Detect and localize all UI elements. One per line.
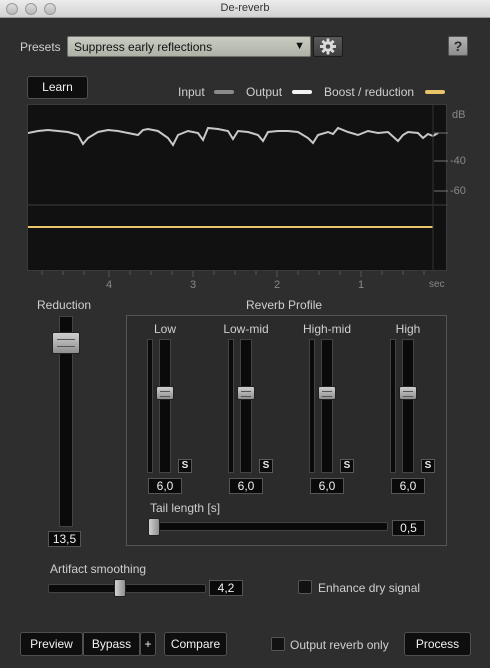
presets-label: Presets bbox=[20, 40, 61, 54]
band-slider[interactable] bbox=[159, 339, 171, 473]
artifact-smoothing-value[interactable]: 4,2 bbox=[209, 580, 243, 596]
meter-graph bbox=[28, 105, 448, 272]
band-solo-button[interactable]: S bbox=[178, 459, 192, 473]
reverb-profile-title: Reverb Profile bbox=[246, 298, 323, 312]
band-value[interactable]: 6,0 bbox=[148, 478, 182, 494]
process-button[interactable]: Process bbox=[404, 632, 471, 656]
title-bar: De-reverb bbox=[0, 0, 490, 18]
legend-input-swatch bbox=[214, 90, 234, 94]
output-reverb-only-label: Output reverb only bbox=[290, 638, 389, 652]
tail-length-slider-knob[interactable] bbox=[148, 518, 160, 536]
time-unit-label: sec bbox=[429, 279, 445, 290]
legend-output-swatch bbox=[292, 90, 312, 94]
band-meter bbox=[228, 339, 234, 473]
band-solo-button[interactable]: S bbox=[421, 459, 435, 473]
time-axis-ticks bbox=[41, 271, 425, 277]
legend-input-label: Input bbox=[178, 85, 205, 99]
band-slider-knob[interactable] bbox=[399, 385, 417, 400]
reduction-slider-knob[interactable] bbox=[52, 332, 80, 355]
band-label: High-mid bbox=[302, 322, 351, 336]
band-meter bbox=[309, 339, 315, 473]
presets-dropdown[interactable]: Suppress early reflections ▼ bbox=[67, 36, 311, 57]
time-tick-3: 3 bbox=[190, 279, 197, 291]
band-slider[interactable] bbox=[240, 339, 252, 473]
preview-button[interactable]: Preview bbox=[20, 632, 83, 656]
band-meter bbox=[390, 339, 396, 473]
reduction-label: Reduction bbox=[37, 298, 92, 312]
output-reverb-only-checkbox[interactable] bbox=[271, 637, 285, 651]
band-slider-knob[interactable] bbox=[237, 385, 255, 400]
bypass-add-button[interactable]: + bbox=[140, 632, 156, 656]
artifact-smoothing-slider-knob[interactable] bbox=[114, 579, 127, 597]
band-value[interactable]: 6,0 bbox=[310, 478, 344, 494]
preset-settings-button[interactable] bbox=[313, 36, 343, 57]
learn-button[interactable]: Learn bbox=[27, 76, 88, 99]
presets-selected-value: Suppress early reflections bbox=[74, 40, 213, 54]
legend-boost-label: Boost / reduction bbox=[324, 85, 415, 99]
spectrum-display: dB -40 -60 bbox=[27, 104, 466, 272]
band-solo-button[interactable]: S bbox=[259, 459, 273, 473]
compare-button[interactable]: Compare bbox=[164, 632, 227, 656]
tail-length-value[interactable]: 0,5 bbox=[392, 520, 425, 536]
band-slider[interactable] bbox=[402, 339, 414, 473]
artifact-smoothing-slider[interactable] bbox=[48, 584, 206, 593]
help-button[interactable]: ? bbox=[448, 36, 468, 56]
gear-icon bbox=[320, 38, 336, 55]
band-slider[interactable] bbox=[321, 339, 333, 473]
time-tick-2: 2 bbox=[274, 279, 281, 291]
band-meter bbox=[147, 339, 153, 473]
legend-output-label: Output bbox=[246, 85, 283, 99]
tail-length-slider[interactable] bbox=[148, 522, 388, 531]
db-tick-label-40: -40 bbox=[450, 155, 466, 167]
time-tick-1: 1 bbox=[358, 279, 365, 291]
band-slider-knob[interactable] bbox=[318, 385, 336, 400]
enhance-dry-signal-checkbox[interactable] bbox=[298, 580, 312, 594]
artifact-smoothing-label: Artifact smoothing bbox=[50, 562, 147, 576]
band-value[interactable]: 6,0 bbox=[229, 478, 263, 494]
band-label: High bbox=[395, 322, 421, 336]
reduction-value[interactable]: 13,5 bbox=[48, 531, 81, 547]
chevron-down-icon: ▼ bbox=[294, 40, 305, 52]
db-unit-label: dB bbox=[452, 109, 466, 121]
window-title: De-reverb bbox=[220, 2, 270, 14]
time-tick-4: 4 bbox=[106, 279, 113, 291]
output-waveform bbox=[28, 126, 439, 147]
enhance-dry-signal-label: Enhance dry signal bbox=[318, 581, 421, 595]
db-tick-label-60: -60 bbox=[450, 185, 466, 197]
band-label: Low-mid bbox=[223, 322, 269, 336]
band-value[interactable]: 6,0 bbox=[391, 478, 425, 494]
legend-boost-swatch bbox=[425, 90, 445, 94]
band-solo-button[interactable]: S bbox=[340, 459, 354, 473]
band-slider-knob[interactable] bbox=[156, 385, 174, 400]
bypass-button[interactable]: Bypass bbox=[83, 632, 140, 656]
tail-length-label: Tail length [s] bbox=[150, 501, 221, 515]
band-label: Low bbox=[153, 322, 176, 336]
